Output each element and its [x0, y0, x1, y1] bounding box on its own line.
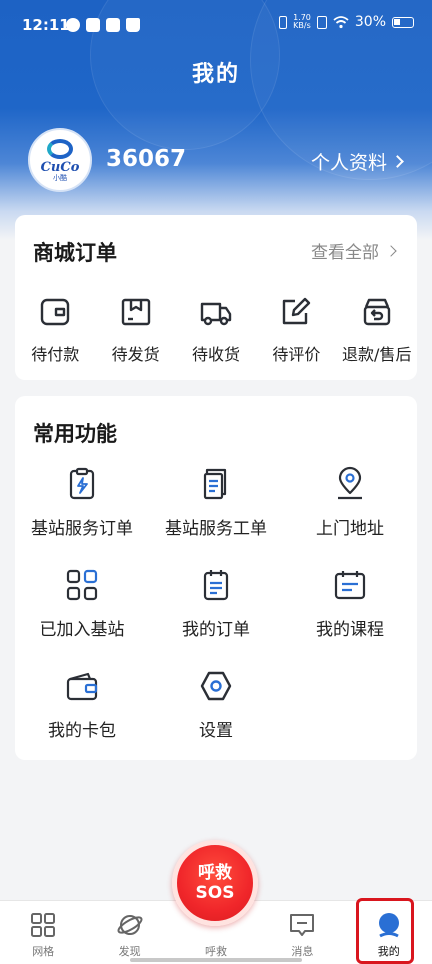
station-service-orders[interactable]: 基站服务订单 [15, 466, 149, 539]
home-address[interactable]: 上门地址 [283, 466, 417, 539]
logo-mark-icon [47, 138, 73, 159]
station-service-tickets[interactable]: 基站服务工单 [149, 466, 283, 539]
order-pending-shipment[interactable]: 待发货 [95, 295, 175, 365]
my-courses[interactable]: 我的课程 [283, 567, 417, 640]
functions-card: 常用功能 基站服务订单 基站服务工单 上门地址 已加入基站 我的订单 我的课程 … [15, 396, 417, 760]
sim-icon [316, 15, 327, 29]
vibrate-icon [279, 15, 288, 29]
home-indicator[interactable] [130, 958, 302, 962]
clipboard-list-icon [203, 570, 229, 601]
truck-icon [200, 302, 232, 326]
calendar-icon [334, 571, 366, 600]
function-label: 我的卡包 [48, 721, 116, 741]
status-time: 12:11 [22, 16, 70, 34]
active-tab-highlight [356, 898, 414, 964]
my-orders[interactable]: 我的订单 [149, 567, 283, 640]
function-label: 上门地址 [316, 519, 384, 539]
status-bar: 12:11 1.70 KB/s 30% [0, 0, 432, 50]
notification-icons [66, 18, 140, 32]
view-all-orders-link[interactable]: 查看全部 [311, 238, 397, 263]
network-speed: 1.70 KB/s [293, 14, 311, 30]
speed-unit: KB/s [293, 21, 311, 30]
chevron-right-icon [385, 244, 397, 257]
location-pin-icon [338, 466, 362, 500]
sos-button[interactable]: 呼救 SOS [172, 840, 258, 926]
view-all-label: 查看全部 [311, 243, 379, 263]
logo-subtext: 小酷 [53, 173, 67, 182]
function-label: 基站服务订单 [31, 519, 133, 539]
username: 36067 [106, 146, 187, 172]
tab-messages[interactable]: 消息 [259, 901, 345, 964]
function-label: 设置 [199, 721, 233, 741]
wallet-icon [40, 298, 70, 326]
function-label: 我的课程 [316, 620, 384, 640]
order-item-label: 待发货 [111, 345, 160, 364]
sos-label-top: 呼救 [198, 863, 232, 883]
function-label: 我的订单 [182, 620, 250, 640]
order-pending-receipt[interactable]: 待收货 [176, 295, 256, 365]
battery-icon [392, 16, 414, 28]
profile-link-label: 个人资料 [310, 152, 387, 174]
profile-link[interactable]: 个人资料 [310, 148, 404, 175]
check-icon [66, 18, 80, 32]
return-box-icon [363, 298, 390, 326]
tab-label: 发现 [118, 945, 141, 958]
order-item-label: 待付款 [31, 345, 80, 364]
avatar[interactable]: CuCo 小酷 [28, 128, 92, 192]
message-icon [290, 914, 315, 936]
edit-icon [283, 297, 311, 325]
functions-grid: 基站服务订单 基站服务工单 上门地址 已加入基站 我的订单 我的课程 我的卡包 … [15, 466, 417, 741]
order-refund-aftersale[interactable]: 退款/售后 [337, 295, 417, 365]
function-label: 基站服务工单 [165, 519, 267, 539]
order-pending-payment[interactable]: 待付款 [15, 295, 95, 365]
wifi-icon [333, 15, 349, 28]
tab-discover[interactable]: 发现 [86, 901, 172, 964]
tab-label: 消息 [291, 945, 314, 958]
tab-label: 呼救 [204, 945, 227, 958]
battery-level: 30% [354, 14, 386, 30]
sos-label-bottom: SOS [195, 883, 235, 903]
card-wallet-icon [66, 672, 98, 701]
tab-label: 网格 [32, 945, 55, 958]
my-card-wallet[interactable]: 我的卡包 [15, 668, 149, 741]
orders-card: 商城订单 查看全部 待付款 待发货 待收货 待评价 退款/售后 [15, 215, 417, 380]
documents-icon [203, 468, 227, 500]
play-icon [86, 18, 100, 32]
package-icon [121, 298, 150, 326]
planet-icon [117, 915, 143, 935]
tab-grid[interactable]: 网格 [0, 901, 86, 964]
grid-icon [31, 913, 56, 937]
page-title: 我的 [191, 62, 240, 87]
app-icon [106, 18, 120, 32]
crown-icon [126, 18, 140, 32]
clipboard-bolt-icon [69, 467, 95, 500]
order-status-row: 待付款 待发货 待收货 待评价 退款/售后 [15, 295, 417, 365]
joined-stations[interactable]: 已加入基站 [15, 567, 149, 640]
orders-title: 商城订单 [33, 241, 117, 265]
order-pending-review[interactable]: 待评价 [256, 295, 336, 365]
order-item-label: 待收货 [191, 345, 240, 364]
order-item-label: 待评价 [272, 345, 321, 364]
order-item-label: 退款/售后 [342, 345, 412, 364]
chevron-right-icon [391, 155, 404, 168]
settings[interactable]: 设置 [149, 668, 283, 741]
function-label: 已加入基站 [39, 620, 125, 640]
grid-icon [66, 569, 98, 601]
system-indicators: 1.70 KB/s 30% [279, 14, 414, 30]
functions-title: 常用功能 [33, 422, 117, 446]
logo-text: CuCo [40, 159, 80, 175]
hexagon-settings-icon [200, 671, 232, 701]
